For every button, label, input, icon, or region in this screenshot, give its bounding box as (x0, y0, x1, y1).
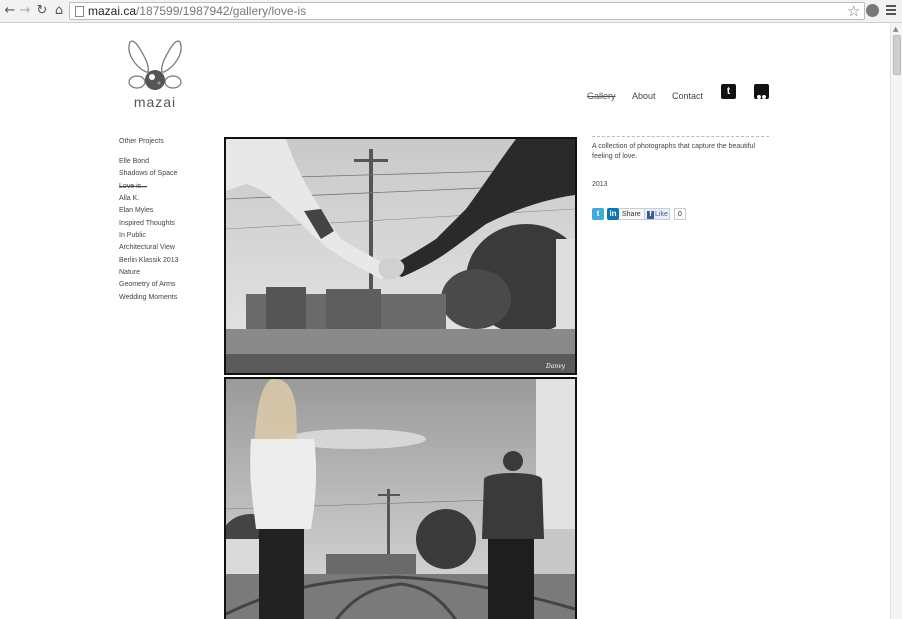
nav-gallery[interactable]: Gallery (587, 91, 616, 101)
page-scrollbar[interactable]: ▲ (890, 23, 902, 619)
address-url: mazai.ca/187599/1987942/gallery/love-is (88, 4, 307, 18)
logo-text: mazai (133, 94, 177, 110)
project-year: 2013 (592, 181, 608, 188)
project-link[interactable]: Inspired Thoughts (119, 219, 179, 231)
address-bar[interactable]: mazai.ca/187599/1987942/gallery/love-is (69, 2, 865, 20)
bunny-camera-icon (128, 40, 182, 90)
project-link[interactable]: In Public (119, 231, 179, 243)
flickr-icon[interactable] (754, 84, 769, 99)
forward-icon[interactable]: → (17, 3, 33, 19)
project-link[interactable]: Alla K. (119, 194, 179, 206)
browser-toolbar: ← → ↻ ⌂ mazai.ca/187599/1987942/gallery/… (0, 0, 902, 23)
linkedin-share-button[interactable]: Share (619, 208, 645, 220)
bookmark-star-icon[interactable]: ☆ (847, 2, 860, 20)
project-link[interactable]: Wedding Moments (119, 293, 179, 305)
project-link[interactable]: Nature (119, 268, 179, 280)
project-link[interactable]: Elan Myles (119, 206, 179, 218)
site-logo[interactable]: mazai (124, 38, 186, 110)
nav-contact[interactable]: Contact (672, 91, 703, 101)
reload-icon[interactable]: ↻ (34, 3, 50, 19)
project-description: A collection of photographs that capture… (592, 143, 756, 160)
divider (592, 136, 769, 137)
project-link[interactable]: Shadows of Space (119, 169, 179, 181)
project-link-current[interactable]: Love is... (119, 182, 179, 194)
back-icon[interactable]: ← (2, 3, 18, 19)
project-link[interactable]: Geometry of Arms (119, 280, 179, 292)
home-icon[interactable]: ⌂ (51, 3, 67, 19)
twitter-icon[interactable]: t (721, 84, 736, 99)
project-link[interactable]: Architectural View (119, 243, 179, 255)
scroll-thumb[interactable] (893, 35, 901, 75)
twitter-share-icon[interactable]: t (592, 208, 604, 220)
photo-signature: Danvy (545, 363, 566, 370)
extension-icon[interactable] (866, 4, 879, 17)
nav-about[interactable]: About (632, 91, 656, 101)
facebook-like-button[interactable]: f Like (644, 208, 670, 220)
project-link[interactable]: Elle Bond (119, 157, 179, 169)
like-count: 0 (674, 208, 686, 220)
scroll-up-icon[interactable]: ▲ (893, 25, 898, 33)
linkedin-icon[interactable]: in (607, 208, 619, 220)
gallery-photo-holding-hands[interactable]: Danvy (224, 137, 577, 375)
facebook-icon: f (647, 211, 654, 219)
other-projects-heading: Other Projects (119, 138, 164, 145)
project-list: Elle Bond Shadows of Space Love is... Al… (119, 157, 179, 305)
project-link[interactable]: Berlin Klassik 2013 (119, 256, 179, 268)
page-icon (75, 6, 84, 17)
gallery-photo-couple-tracks[interactable] (224, 377, 577, 619)
browser-menu-icon[interactable] (886, 5, 896, 15)
